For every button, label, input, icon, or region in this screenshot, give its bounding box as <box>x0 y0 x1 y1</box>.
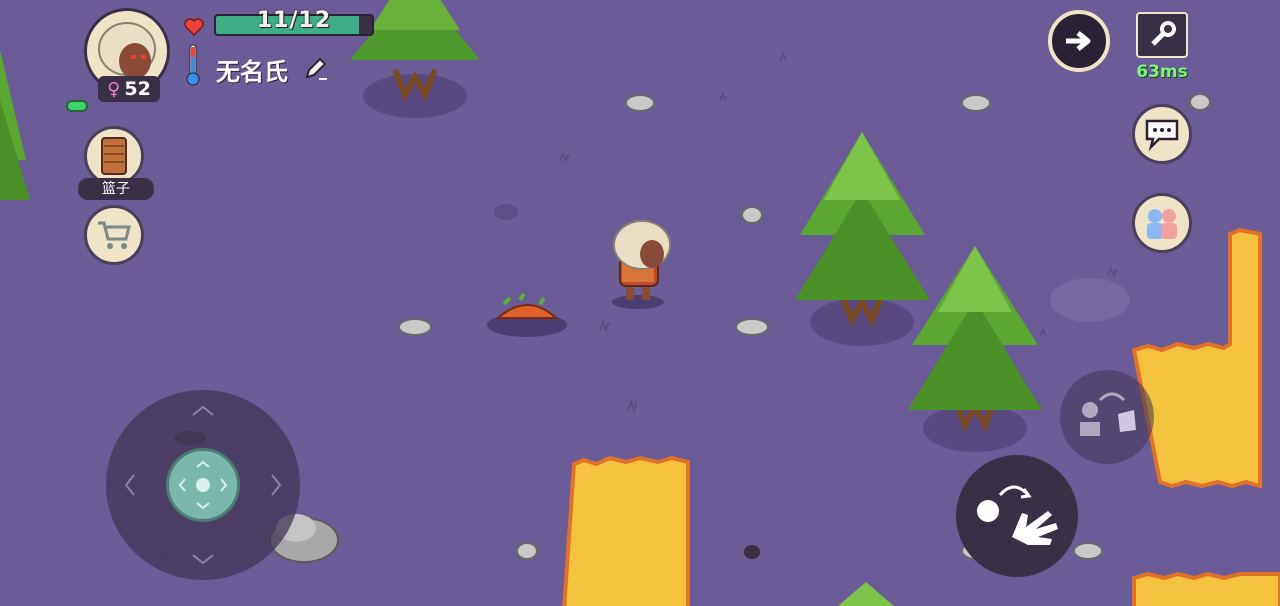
health-value: 11/12 <box>256 8 332 33</box>
dark-patch <box>494 204 518 220</box>
stone <box>1073 542 1103 560</box>
player-age: 52 <box>124 78 151 100</box>
stone <box>735 318 769 336</box>
stone <box>625 94 655 112</box>
basket-icon <box>101 137 127 175</box>
chat-button[interactable] <box>1132 104 1192 164</box>
shopping-cart-icon <box>98 221 131 249</box>
ping-value: 63ms <box>1136 62 1188 82</box>
age-gender-badge: ♀ 52 <box>98 76 160 102</box>
joystick-knob[interactable] <box>166 448 240 522</box>
rotate-icon <box>1080 392 1136 436</box>
dust-patch <box>1050 278 1130 322</box>
basket-button[interactable] <box>84 126 144 186</box>
dark-stone <box>744 545 760 559</box>
stone <box>516 542 538 560</box>
next-button[interactable] <box>1048 10 1110 72</box>
thermometer-icon <box>186 44 200 86</box>
hand-icon <box>977 485 1058 545</box>
joystick-knob-icon <box>178 460 228 510</box>
grab-button[interactable] <box>956 455 1078 577</box>
stone <box>1189 93 1211 111</box>
rotate-button[interactable] <box>1060 370 1154 464</box>
settings-button[interactable] <box>1136 12 1188 58</box>
female-icon: ♀ <box>107 78 121 100</box>
social-button[interactable] <box>1132 193 1192 253</box>
basket-label: 篮子 <box>78 178 154 200</box>
pencil-icon[interactable] <box>303 55 329 81</box>
shop-button[interactable] <box>84 205 144 265</box>
stone <box>961 94 991 112</box>
arrow-right-icon <box>1066 31 1091 51</box>
stone <box>741 206 763 224</box>
status-indicator <box>66 100 88 112</box>
speech-bubble-icon <box>1145 119 1179 151</box>
player-name: 无名氏 <box>216 58 288 86</box>
wrench-icon <box>1151 21 1176 46</box>
heart-icon <box>184 18 204 37</box>
people-icon <box>1147 209 1177 239</box>
stone <box>398 318 432 336</box>
